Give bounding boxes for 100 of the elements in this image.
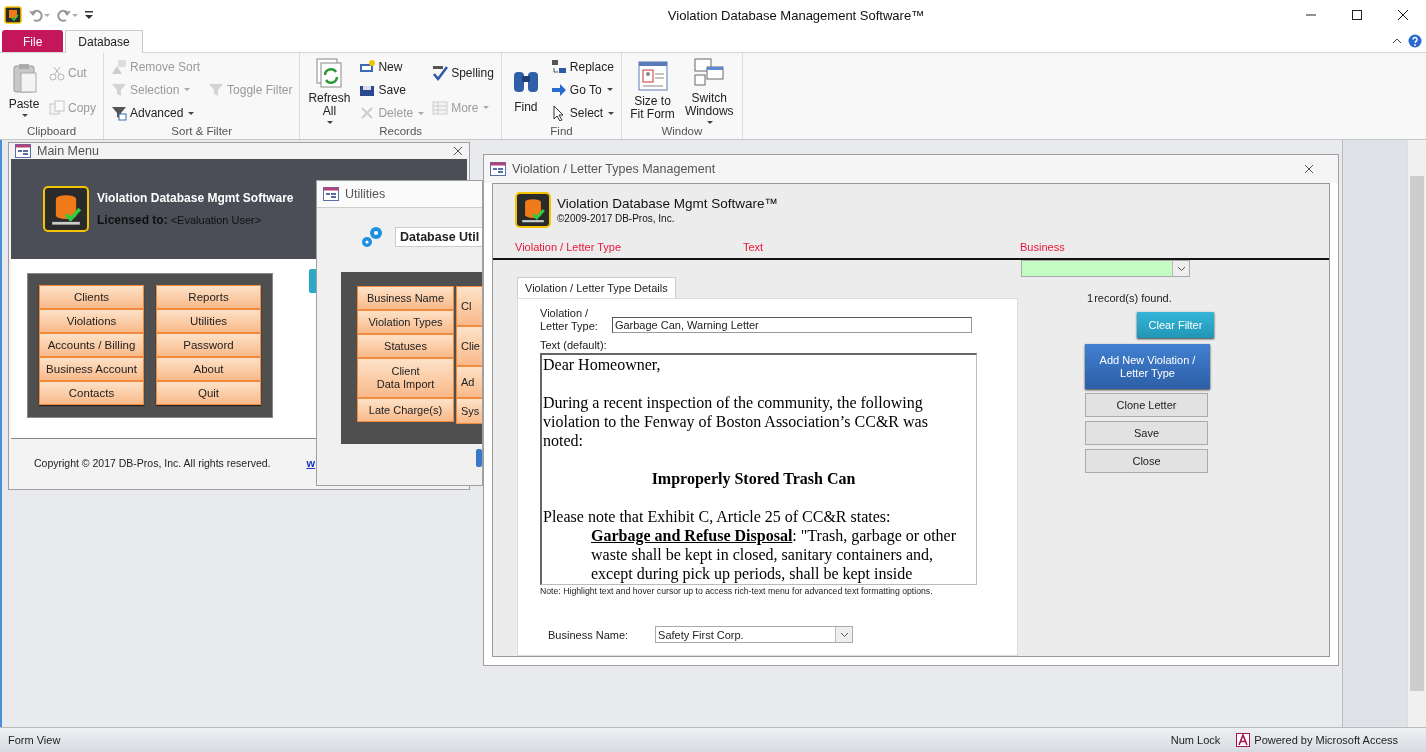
status-text: Form View <box>8 734 62 746</box>
website-link[interactable]: w <box>306 457 316 469</box>
menu-button[interactable]: Password <box>156 333 261 357</box>
ribbon-button[interactable]: Switch Windows <box>680 54 738 126</box>
button[interactable]: Save <box>1085 421 1208 445</box>
ribbon-button[interactable]: Paste <box>4 61 44 119</box>
menu-button[interactable]: Reports <box>156 285 261 309</box>
menu-button[interactable]: Business Account <box>39 357 144 381</box>
customize-caret-icon[interactable] <box>84 8 94 22</box>
ribbon-button[interactable]: Replace <box>547 56 618 77</box>
maximize-icon[interactable] <box>1350 9 1364 21</box>
license-label: Licensed to: <box>97 213 168 227</box>
record-count: 1 <box>1087 292 1094 304</box>
spelling-check-icon <box>432 64 449 81</box>
scissors-icon <box>49 64 65 81</box>
ribbon-button[interactable]: Spelling <box>429 62 497 83</box>
ribbon-button[interactable]: New <box>356 56 428 77</box>
filter-icon <box>208 82 225 98</box>
menu-button[interactable]: Quit <box>156 381 261 405</box>
close-icon[interactable] <box>453 146 463 156</box>
group-label: Records <box>378 125 424 139</box>
window-title: Violation Database Management Software™ <box>666 7 926 23</box>
heading: Database Util <box>395 227 482 247</box>
window-title: Utilities <box>345 187 386 201</box>
copyright-text: Copyright © 2017 DB-Pros, Inc. All rights reserved. <box>34 457 271 469</box>
window-title: Main Menu <box>37 144 99 158</box>
column-header: Business <box>1020 241 1066 255</box>
help-icon[interactable] <box>1408 34 1422 48</box>
group-label: Clipboard <box>25 125 78 139</box>
combo-box[interactable]: Safety First Corp. <box>655 626 854 643</box>
ribbon-tab[interactable]: Database <box>65 30 143 53</box>
group-label: Window <box>660 125 704 139</box>
chevron-down-icon <box>1176 265 1186 272</box>
record-count-label: record(s) found. <box>1094 292 1172 304</box>
app-icon <box>4 6 22 24</box>
arrow-icon <box>550 82 567 98</box>
ribbon-button[interactable]: Go To <box>547 80 618 100</box>
menu-button[interactable]: Clients <box>39 285 144 309</box>
window-title: Violation / Letter Types Management <box>512 162 716 176</box>
gears-icon <box>359 224 385 250</box>
column-header: Violation / Letter Type <box>515 241 622 255</box>
menu-button[interactable]: About <box>156 357 261 381</box>
ribbon-button[interactable]: Save <box>356 80 428 100</box>
database-check-logo <box>43 186 89 232</box>
collapse-ribbon-icon[interactable] <box>1392 37 1402 45</box>
filter-icon <box>111 82 127 98</box>
ribbon-button[interactable]: Refresh All <box>304 54 355 126</box>
table-icon <box>432 99 449 116</box>
copy-icon <box>49 99 65 116</box>
redo-icon[interactable] <box>56 8 78 22</box>
utility-button[interactable]: Clie <box>456 326 482 366</box>
utility-button[interactable]: Ad <box>456 366 482 398</box>
field-label: Text (default): <box>540 339 608 352</box>
utility-button[interactable]: Statuses <box>357 334 454 358</box>
group-label: Find <box>549 125 574 139</box>
form-icon <box>490 162 506 176</box>
column-header: Text <box>743 241 765 255</box>
button[interactable]: Close <box>1085 449 1208 473</box>
ribbon-button[interactable]: Select <box>547 103 618 124</box>
utility-button[interactable]: Cl <box>456 286 482 326</box>
menu-button[interactable]: Accounts / Billing <box>39 333 144 357</box>
replace-icon <box>550 58 567 75</box>
menu-button[interactable]: Contacts <box>39 381 144 405</box>
copyright-text: ©2009-2017 DB-Pros, Inc. <box>557 213 676 224</box>
undo-icon[interactable] <box>28 8 50 22</box>
utility-button[interactable]: Client Data Import <box>357 358 454 398</box>
utility-button[interactable]: Sys <box>456 398 482 424</box>
tab[interactable]: Violation / Letter Type Details <box>517 277 676 298</box>
field-label: Business Name: <box>548 628 629 641</box>
ribbon-button[interactable]: Advanced <box>108 103 204 124</box>
rich-text-field[interactable]: Dear Homeowner, During a recent inspection of the community, the following violation to the Fenway of Boston Association’s CC&R was noted: Improperly Stored Trash Can Please note that Exhibit C, Article 25 of CC&R states: Garbage and Refuse Disposal: "Trash, garbage or other waste shall be kept in closed, sanitary containers and, except during pick up periods, shall be kept inside <box>540 353 977 585</box>
access-logo-icon <box>1236 733 1251 747</box>
windows-icon <box>693 56 726 89</box>
button[interactable]: Clone Letter <box>1085 393 1208 417</box>
new-record-icon <box>359 58 376 75</box>
chevron-down-icon <box>839 631 849 638</box>
app-name: Violation Database Mgmt Software™ <box>557 196 779 211</box>
scrollbar[interactable] <box>1407 140 1426 727</box>
note-text: Note: Highlight text and hover cursor up to access rich-text menu for advanced text formatting options. <box>540 586 934 596</box>
app-name: Violation Database Mgmt Software <box>97 191 294 205</box>
utility-button[interactable]: Business Name <box>357 286 454 310</box>
field-label: Violation / Letter Type: <box>540 307 598 333</box>
input-field[interactable]: Garbage Can, Warning Letter <box>611 317 972 333</box>
close-icon[interactable] <box>1396 9 1410 21</box>
button[interactable] <box>476 449 482 467</box>
menu-button[interactable]: Utilities <box>156 309 261 333</box>
close-icon[interactable] <box>1304 164 1314 174</box>
status-text: Num Lock <box>1170 734 1221 746</box>
filter-form-icon <box>111 105 127 122</box>
form-icon <box>636 59 669 92</box>
license-value: <Evaluation User> <box>170 214 262 226</box>
ribbon-button[interactable]: Size to Fit Form <box>626 57 679 123</box>
file-tab[interactable]: File <box>2 30 64 52</box>
button[interactable]: Add New Violation / Letter Type <box>1085 344 1210 389</box>
group-label: Sort & Filter <box>170 125 234 139</box>
sort-icon <box>111 58 127 75</box>
utility-button[interactable]: Late Charge(s) <box>357 398 454 422</box>
menu-button[interactable]: Violations <box>39 309 144 333</box>
ribbon-button[interactable]: Find <box>505 64 546 116</box>
utility-button[interactable]: Violation Types <box>357 310 454 334</box>
